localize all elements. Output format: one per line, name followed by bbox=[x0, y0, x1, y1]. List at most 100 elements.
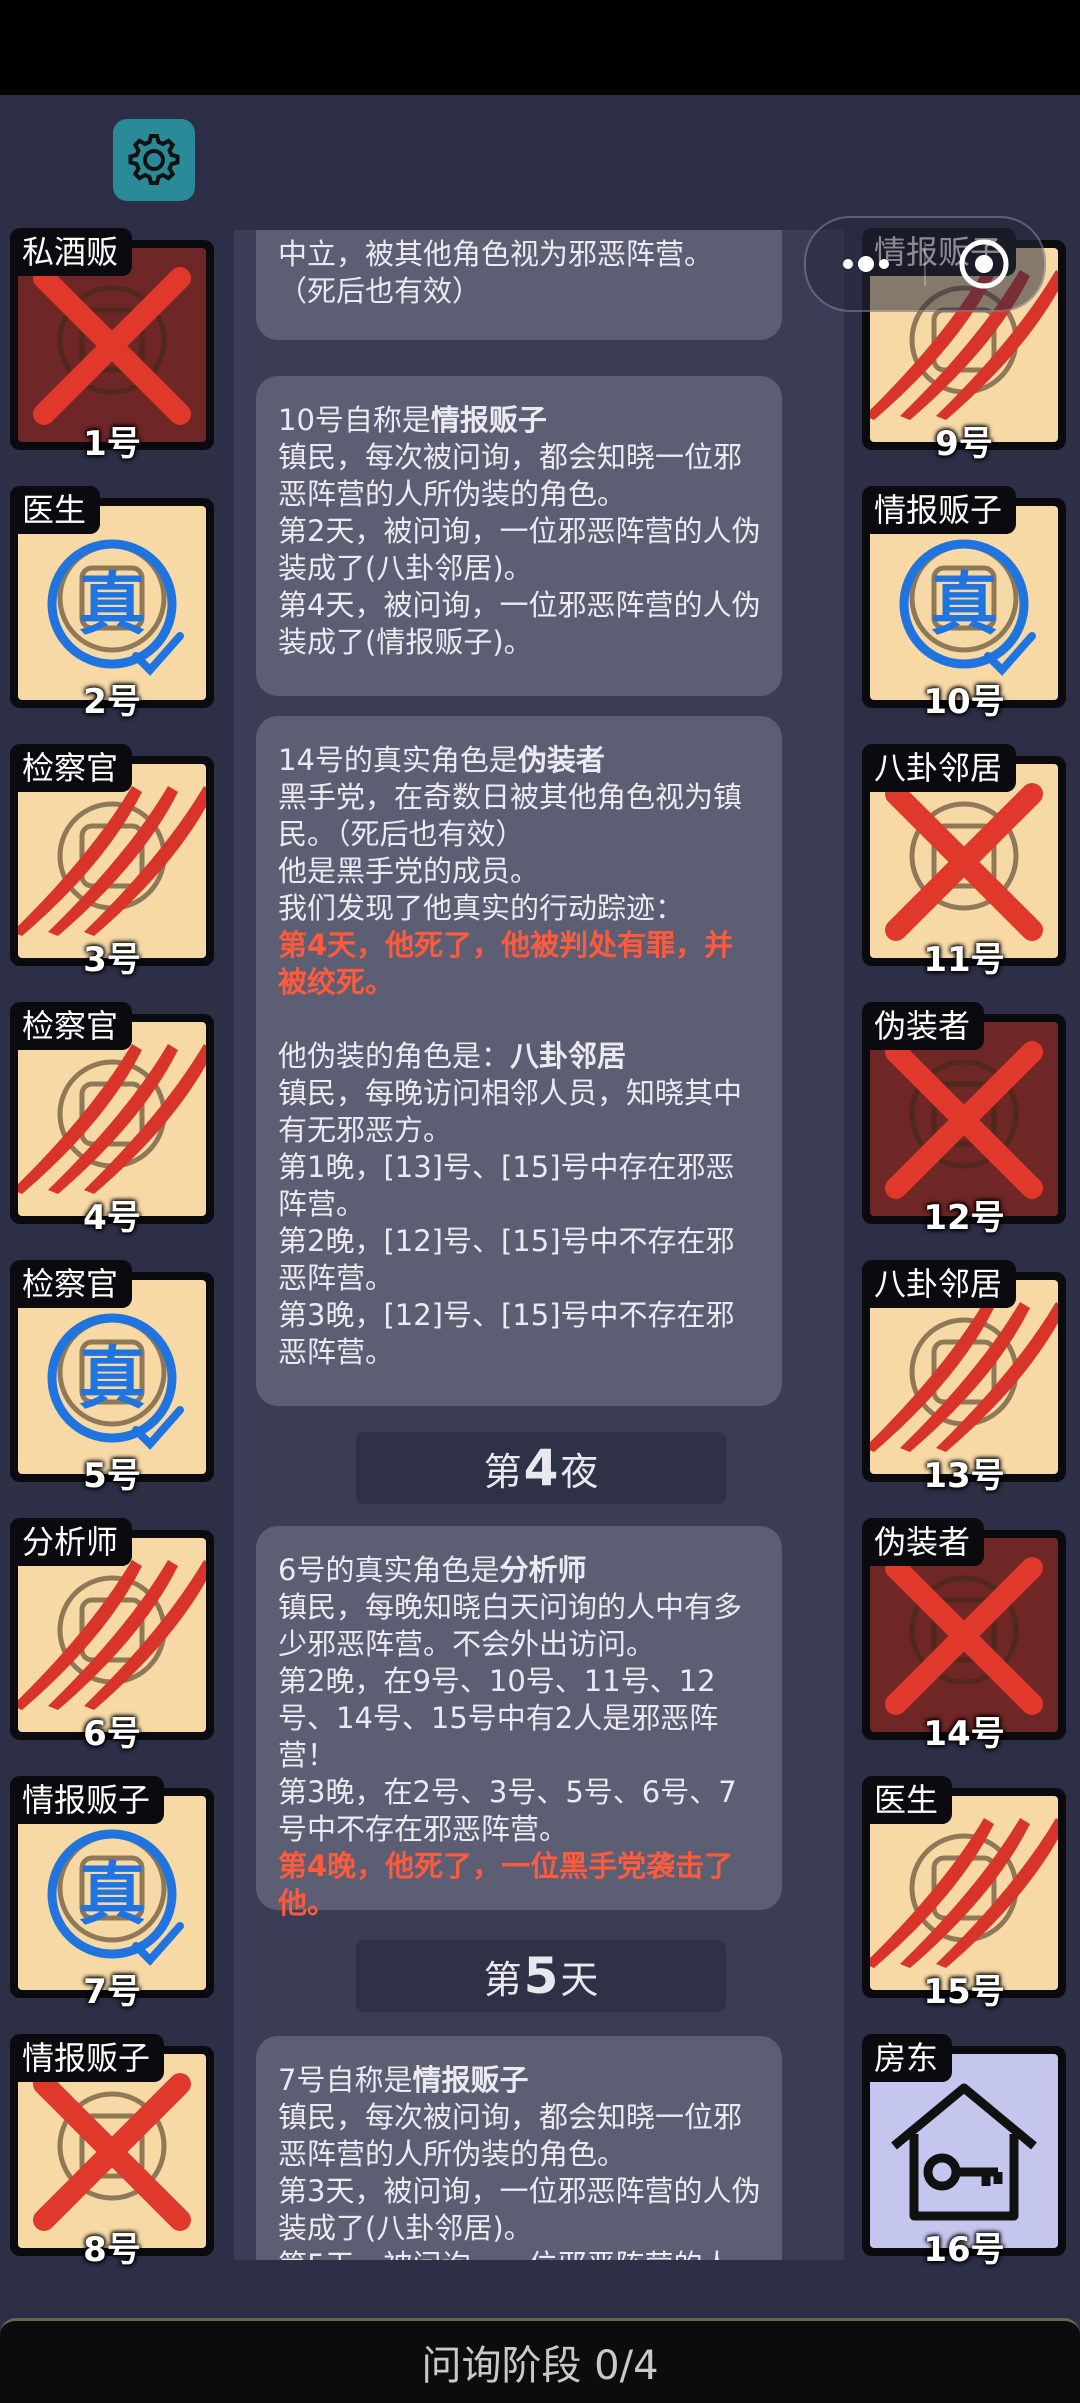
informant-icon bbox=[33, 2073, 191, 2231]
log-text: 第3天，被问询，一位邪恶阵营的人伪装成了(八卦邻居)。 bbox=[278, 2174, 761, 2245]
log-text: （死后也有效） bbox=[278, 274, 482, 308]
role-label: 分析师 bbox=[10, 1518, 133, 1566]
svg-text:真: 真 bbox=[78, 566, 146, 645]
role-label: 伪装者 bbox=[862, 1002, 985, 1050]
role-label: 八卦邻居 bbox=[862, 744, 1017, 792]
prosecutor-icon bbox=[18, 1044, 206, 1194]
gossip-icon bbox=[885, 783, 1043, 941]
log-text: 第4天，被问询，一位邪恶阵营的人伪装成了(情报贩子)。 bbox=[278, 588, 761, 659]
player-number: 6号 bbox=[83, 1714, 141, 1754]
log-text: 黑手党，在奇数日被其他角色视为镇民。（死后也有效） bbox=[278, 780, 743, 851]
prosecutor-icon bbox=[18, 786, 206, 936]
role-label: 八卦邻居 bbox=[862, 1260, 1017, 1308]
player-card[interactable]: 伪装者 12号 bbox=[862, 1002, 1066, 1238]
analyst-icon bbox=[18, 1560, 206, 1710]
player-card[interactable]: 分析师 6号 bbox=[10, 1518, 214, 1754]
role-label: 房东 bbox=[862, 2034, 953, 2082]
player-number: 5号 bbox=[83, 1456, 141, 1496]
player-card[interactable]: 检察官 5号 真 bbox=[10, 1260, 214, 1496]
phase-status-bar: 问询阶段 0/4 bbox=[0, 2318, 1080, 2403]
mini-program-capsule bbox=[804, 216, 1046, 312]
player-card[interactable]: 检察官 4号 bbox=[10, 1002, 214, 1238]
gear-icon bbox=[128, 134, 180, 185]
prosecutor-icon: 真 bbox=[47, 1313, 184, 1450]
event-log-panel[interactable]: 中立，被其他角色视为邪恶阵营。 （死后也有效） 10号自称是情报贩子 镇民，每次… bbox=[234, 230, 844, 2260]
player-card[interactable]: 情报贩子 10号 真 bbox=[862, 486, 1066, 722]
log-text: 第2晚，[12]号、[15]号中不存在邪恶阵营。 bbox=[278, 1224, 735, 1295]
player-number: 11号 bbox=[923, 940, 1005, 980]
log-text: 第3晚，在2号、3号、5号、6号、7号中不存在邪恶阵营。 bbox=[278, 1775, 737, 1846]
player-number: 14号 bbox=[923, 1714, 1005, 1754]
informant-icon: 真 bbox=[47, 1829, 184, 1966]
player-number: 1号 bbox=[83, 424, 141, 464]
log-text: 第2晚，在9号、10号、11号、12号、14号、15号中有2人是邪恶阵营！ bbox=[278, 1664, 719, 1772]
player-card[interactable]: 医生 2号 真 bbox=[10, 486, 214, 722]
phase-label: 问询阶段 0/4 bbox=[421, 2343, 659, 2389]
player-number: 16号 bbox=[923, 2230, 1005, 2270]
player-number: 4号 bbox=[83, 1198, 141, 1238]
player-number: 15号 bbox=[923, 1972, 1005, 2012]
log-entry: 14号的真实角色是伪装者 黑手党，在奇数日被其他角色视为镇民。（死后也有效） 他… bbox=[256, 716, 782, 1406]
log-title: 10号自称是情报贩子 bbox=[278, 403, 547, 437]
informant-icon: 真 bbox=[899, 539, 1036, 676]
log-title: 14号的真实角色是伪装者 bbox=[278, 743, 605, 777]
player-number: 9号 bbox=[935, 424, 993, 464]
svg-text:真: 真 bbox=[930, 566, 998, 645]
doctor-icon bbox=[870, 1818, 1058, 1968]
role-label: 情报贩子 bbox=[862, 486, 1017, 534]
house-key-icon bbox=[891, 2083, 1037, 2221]
log-text: 镇民，每晚知晓白天问询的人中有多少邪恶阵营。不会外出访问。 bbox=[278, 1590, 743, 1661]
log-text: 镇民，每次被问询，都会知晓一位邪恶阵营的人所伪装的角色。 bbox=[278, 440, 743, 511]
bootlegger-icon bbox=[33, 267, 191, 425]
log-text: 第2天，被问询，一位邪恶阵营的人伪装成了(八卦邻居)。 bbox=[278, 514, 761, 585]
log-title: 6号的真实角色是分析师 bbox=[278, 1553, 587, 1587]
role-label: 检察官 bbox=[10, 1002, 133, 1050]
player-number: 13号 bbox=[923, 1456, 1005, 1496]
day-divider: 第4夜 bbox=[356, 1432, 726, 1504]
log-text: 第3晚，[12]号、[15]号中不存在邪恶阵营。 bbox=[278, 1298, 735, 1369]
player-number: 2号 bbox=[83, 682, 141, 722]
log-text: 第5天，被问询，一位邪恶阵营的人 bbox=[278, 2247, 762, 2260]
log-entry: 10号自称是情报贩子 镇民，每次被问询，都会知晓一位邪恶阵营的人所伪装的角色。 … bbox=[256, 376, 782, 696]
log-entry: 中立，被其他角色视为邪恶阵营。 （死后也有效） bbox=[256, 230, 782, 340]
doctor-icon: 真 bbox=[47, 539, 184, 676]
gossip-icon bbox=[870, 1302, 1058, 1452]
player-card[interactable]: 伪装者 14号 bbox=[862, 1518, 1066, 1754]
log-death-text: 第4天，他死了，他被判处有罪，并被绞死。 bbox=[278, 928, 734, 999]
role-label: 私酒贩 bbox=[10, 228, 133, 276]
role-label: 医生 bbox=[10, 486, 101, 534]
player-card[interactable]: 八卦邻居 13号 bbox=[862, 1260, 1066, 1496]
log-text: 镇民，每次被问询，都会知晓一位邪恶阵营的人所伪装的角色。 bbox=[278, 2100, 743, 2171]
player-card[interactable]: 情报贩子 8号 bbox=[10, 2034, 214, 2270]
player-card[interactable]: 情报贩子 7号 真 bbox=[10, 1776, 214, 2012]
player-number: 12号 bbox=[923, 1198, 1005, 1238]
log-title: 他伪装的角色是：八卦邻居 bbox=[278, 1039, 627, 1073]
player-card[interactable]: 房东 16号 bbox=[862, 2034, 1066, 2270]
role-label: 情报贩子 bbox=[10, 2034, 165, 2082]
svg-text:真: 真 bbox=[78, 1856, 146, 1935]
svg-text:真: 真 bbox=[78, 1340, 146, 1419]
player-card[interactable]: 医生 15号 bbox=[862, 1776, 1066, 2012]
log-text: 他是黑手党的成员。 bbox=[278, 854, 540, 888]
role-label: 情报贩子 bbox=[10, 1776, 165, 1824]
player-number: 10号 bbox=[923, 682, 1005, 722]
log-death-text: 第4晚，他死了，一位黑手党袭击了他。 bbox=[278, 1849, 734, 1920]
target-close-icon[interactable] bbox=[956, 236, 1012, 292]
player-card[interactable]: 检察官 3号 bbox=[10, 744, 214, 980]
log-text: 镇民，每晚访问相邻人员，知晓其中有无邪恶方。 bbox=[278, 1076, 743, 1147]
player-number: 8号 bbox=[83, 2230, 141, 2270]
player-card[interactable]: 八卦邻居 11号 bbox=[862, 744, 1066, 980]
player-number: 7号 bbox=[83, 1972, 141, 2012]
player-card[interactable]: 私酒贩 1号 bbox=[10, 228, 214, 464]
settings-button[interactable] bbox=[113, 119, 195, 201]
role-label: 检察官 bbox=[10, 1260, 133, 1308]
role-label: 医生 bbox=[862, 1776, 953, 1824]
mask-icon bbox=[885, 1041, 1043, 1199]
log-text: 第1晚，[13]号、[15]号中存在邪恶阵营。 bbox=[278, 1150, 735, 1221]
log-title: 7号自称是情报贩子 bbox=[278, 2063, 529, 2097]
player-number: 3号 bbox=[83, 940, 141, 980]
role-label: 检察官 bbox=[10, 744, 133, 792]
mask-icon bbox=[885, 1557, 1043, 1715]
day-divider: 第5天 bbox=[356, 1940, 726, 2012]
more-dots-icon[interactable] bbox=[840, 246, 900, 282]
